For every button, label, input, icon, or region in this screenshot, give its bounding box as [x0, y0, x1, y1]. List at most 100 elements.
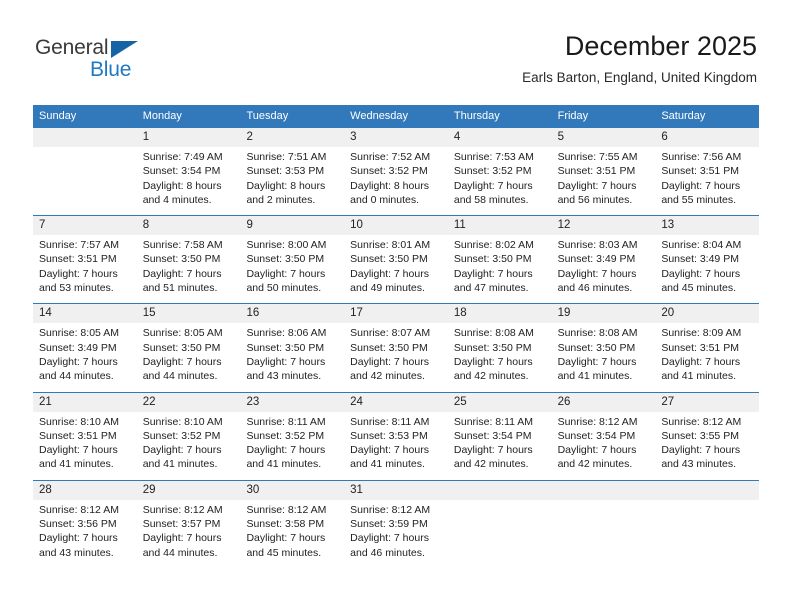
weekday-header-sunday: Sunday: [39, 110, 77, 122]
day-cell[interactable]: Sunrise: 7:57 AM Sunset: 3:51 PM Daylight:…: [33, 235, 137, 303]
day-number[interactable]: 10: [344, 216, 448, 235]
day-cell[interactable]: Sunrise: 8:09 AM Sunset: 3:51 PM Daylight:…: [655, 323, 759, 391]
day-cell[interactable]: Sunrise: 8:11 AM Sunset: 3:52 PM Daylight:…: [240, 412, 344, 480]
day-daylight-line1-text: Daylight: 7 hours: [350, 355, 429, 368]
day-number[interactable]: 9: [240, 216, 344, 235]
day-number[interactable]: 7: [33, 216, 137, 235]
day-number[interactable]: 5: [552, 128, 656, 147]
title-block: December 2025 Earls Barton, England, Uni…: [522, 30, 757, 86]
day-cell[interactable]: Sunrise: 8:07 AM Sunset: 3:50 PM Daylight:…: [344, 323, 448, 391]
day-cell[interactable]: Sunrise: 8:12 AM Sunset: 3:58 PM Daylight:…: [240, 500, 344, 568]
day-daylight-line1-text: Daylight: 7 hours: [453, 355, 533, 368]
day-number[interactable]: 25: [448, 393, 552, 412]
day-daylight-line2-text: and 53 minutes.: [39, 282, 114, 295]
day-daylight-line2-text: and 42 minutes.: [557, 458, 633, 471]
day-number[interactable]: 28: [33, 481, 137, 500]
day-number[interactable]: 12: [552, 216, 656, 235]
day-sunrise-text: Sunrise: 8:12 AM: [142, 503, 223, 516]
day-cell[interactable]: Sunrise: 8:02 AM Sunset: 3:50 PM Daylight:…: [448, 235, 552, 303]
day-number[interactable]: 31: [344, 481, 448, 500]
day-cell[interactable]: Sunrise: 7:56 AM Sunset: 3:51 PM Daylight:…: [655, 147, 759, 215]
day-sunrise-text: Sunrise: 8:01 AM: [350, 239, 431, 252]
day-daylight-line2-text: and 49 minutes.: [350, 282, 425, 295]
day-sunrise-text: Sunrise: 7:55 AM: [557, 151, 638, 163]
day-cell[interactable]: Sunrise: 7:51 AM Sunset: 3:53 PM Daylight:…: [240, 147, 344, 215]
day-cell[interactable]: Sunrise: 8:08 AM Sunset: 3:50 PM Daylight:…: [448, 323, 552, 391]
day-sunrise-text: Sunrise: 8:08 AM: [557, 327, 638, 340]
day-daylight-line1-text: Daylight: 7 hours: [453, 179, 533, 192]
day-cell[interactable]: Sunrise: 8:04 AM Sunset: 3:49 PM Daylight:…: [655, 235, 759, 303]
day-sunset-text: Sunset: 3:50 PM: [557, 341, 636, 354]
day-number[interactable]: 30: [240, 481, 344, 500]
day-cell[interactable]: Sunrise: 8:12 AM Sunset: 3:59 PM Daylight:…: [344, 500, 448, 568]
day-number[interactable]: 26: [552, 393, 656, 412]
day-cell[interactable]: Sunrise: 7:52 AM Sunset: 3:52 PM Daylight:…: [344, 147, 448, 215]
weekday-header-row: Sunday Monday Tuesday Wednesday Thursday Frid…: [33, 105, 759, 128]
day-number[interactable]: 14: [33, 304, 137, 323]
day-daylight-line2-text: and 4 minutes.: [142, 193, 212, 206]
day-sunset-text: Sunset: 3:54 PM: [557, 429, 636, 442]
day-sunrise-text: Sunrise: 7:49 AM: [142, 151, 223, 163]
day-cell[interactable]: Sunrise: 7:53 AM Sunset: 3:52 PM Daylight:…: [448, 147, 552, 215]
day-cell[interactable]: Sunrise: 8:12 AM Sunset: 3:54 PM Daylight:…: [552, 412, 656, 480]
day-number[interactable]: 23: [240, 393, 344, 412]
day-cell[interactable]: Sunrise: 8:06 AM Sunset: 3:50 PM Daylight:…: [240, 323, 344, 391]
day-cell[interactable]: Sunrise: 8:00 AM Sunset: 3:50 PM Daylight:…: [240, 235, 344, 303]
day-number[interactable]: 17: [344, 304, 448, 323]
day-number[interactable]: 27: [655, 393, 759, 412]
day-cell[interactable]: Sunrise: 8:12 AM Sunset: 3:55 PM Daylight:…: [655, 412, 759, 480]
day-sunset-text: Sunset: 3:53 PM: [350, 429, 428, 442]
day-number[interactable]: 13: [655, 216, 759, 235]
day-number[interactable]: 24: [344, 393, 448, 412]
day-daylight-line2-text: and 0 minutes.: [350, 193, 420, 206]
day-number[interactable]: 4: [448, 128, 552, 147]
day-cell[interactable]: Sunrise: 8:05 AM Sunset: 3:50 PM Daylight:…: [137, 323, 241, 391]
day-number[interactable]: 29: [137, 481, 241, 500]
day-daylight-line1-text: Daylight: 7 hours: [557, 267, 637, 280]
day-cell[interactable]: Sunrise: 7:58 AM Sunset: 3:50 PM Daylight:…: [137, 235, 241, 303]
day-number[interactable]: 16: [240, 304, 344, 323]
day-cell[interactable]: Sunrise: 8:01 AM Sunset: 3:50 PM Daylight:…: [344, 235, 448, 303]
day-number[interactable]: 15: [137, 304, 241, 323]
day-cell[interactable]: Sunrise: 8:11 AM Sunset: 3:54 PM Daylight:…: [448, 412, 552, 480]
day-cell[interactable]: Sunrise: 8:05 AM Sunset: 3:49 PM Daylight:…: [33, 323, 137, 391]
day-number[interactable]: 19: [552, 304, 656, 323]
day-sunrise-text: Sunrise: 8:10 AM: [142, 415, 223, 428]
week-detail-band: Sunrise: 8:05 AM Sunset: 3:49 PM Daylight:…: [33, 323, 759, 392]
day-daylight-line2-text: and 2 minutes.: [246, 193, 316, 206]
day-cell[interactable]: Sunrise: 8:12 AM Sunset: 3:56 PM Daylight:…: [33, 500, 137, 568]
day-cell[interactable]: Sunrise: 8:12 AM Sunset: 3:57 PM Daylight:…: [137, 500, 241, 568]
day-daylight-line1-text: Daylight: 7 hours: [142, 267, 222, 280]
general-blue-logo[interactable]: General Blue: [35, 36, 225, 88]
day-number[interactable]: 6: [655, 128, 759, 147]
day-number[interactable]: 21: [33, 393, 137, 412]
calendar-week-row: 28 29 30 31 Sunrise: 8:12 AM Sunset: 3:56 PM D…: [33, 479, 759, 568]
day-sunrise-text: Sunrise: 8:12 AM: [246, 503, 327, 516]
day-daylight-line1-text: Daylight: 8 hours: [142, 179, 222, 192]
day-number[interactable]: 11: [448, 216, 552, 235]
day-number[interactable]: 20: [655, 304, 759, 323]
day-number[interactable]: 3: [344, 128, 448, 147]
day-sunset-text: Sunset: 3:49 PM: [557, 253, 636, 266]
day-sunset-text: Sunset: 3:50 PM: [142, 341, 221, 354]
day-daylight-line1-text: Daylight: 7 hours: [39, 532, 118, 545]
calendar-week-row: 7 8 9 10 11 12 13 Sunrise: 7:57 AM Sunset: 3:51 …: [33, 215, 759, 304]
day-daylight-line1-text: Daylight: 7 hours: [350, 532, 429, 545]
day-sunset-text: Sunset: 3:54 PM: [142, 165, 221, 178]
day-daylight-line1-text: Daylight: 7 hours: [246, 532, 326, 545]
day-number[interactable]: 8: [137, 216, 241, 235]
day-cell[interactable]: Sunrise: 8:08 AM Sunset: 3:50 PM Daylight:…: [552, 323, 656, 391]
day-number[interactable]: 2: [240, 128, 344, 147]
day-daylight-line1-text: Daylight: 7 hours: [350, 267, 429, 280]
day-sunset-text: Sunset: 3:50 PM: [246, 253, 325, 266]
day-number[interactable]: 22: [137, 393, 241, 412]
day-cell[interactable]: Sunrise: 8:10 AM Sunset: 3:51 PM Daylight:…: [33, 412, 137, 480]
day-cell[interactable]: Sunrise: 7:49 AM Sunset: 3:54 PM Daylight:…: [137, 147, 241, 215]
day-cell[interactable]: Sunrise: 7:55 AM Sunset: 3:51 PM Daylight:…: [552, 147, 656, 215]
day-number[interactable]: 18: [448, 304, 552, 323]
day-daylight-line1-text: Daylight: 7 hours: [557, 179, 637, 192]
day-cell[interactable]: Sunrise: 8:10 AM Sunset: 3:52 PM Daylight:…: [137, 412, 241, 480]
day-number[interactable]: 1: [137, 128, 241, 147]
day-cell[interactable]: Sunrise: 8:03 AM Sunset: 3:49 PM Daylight:…: [552, 235, 656, 303]
day-cell[interactable]: Sunrise: 8:11 AM Sunset: 3:53 PM Daylight:…: [344, 412, 448, 480]
